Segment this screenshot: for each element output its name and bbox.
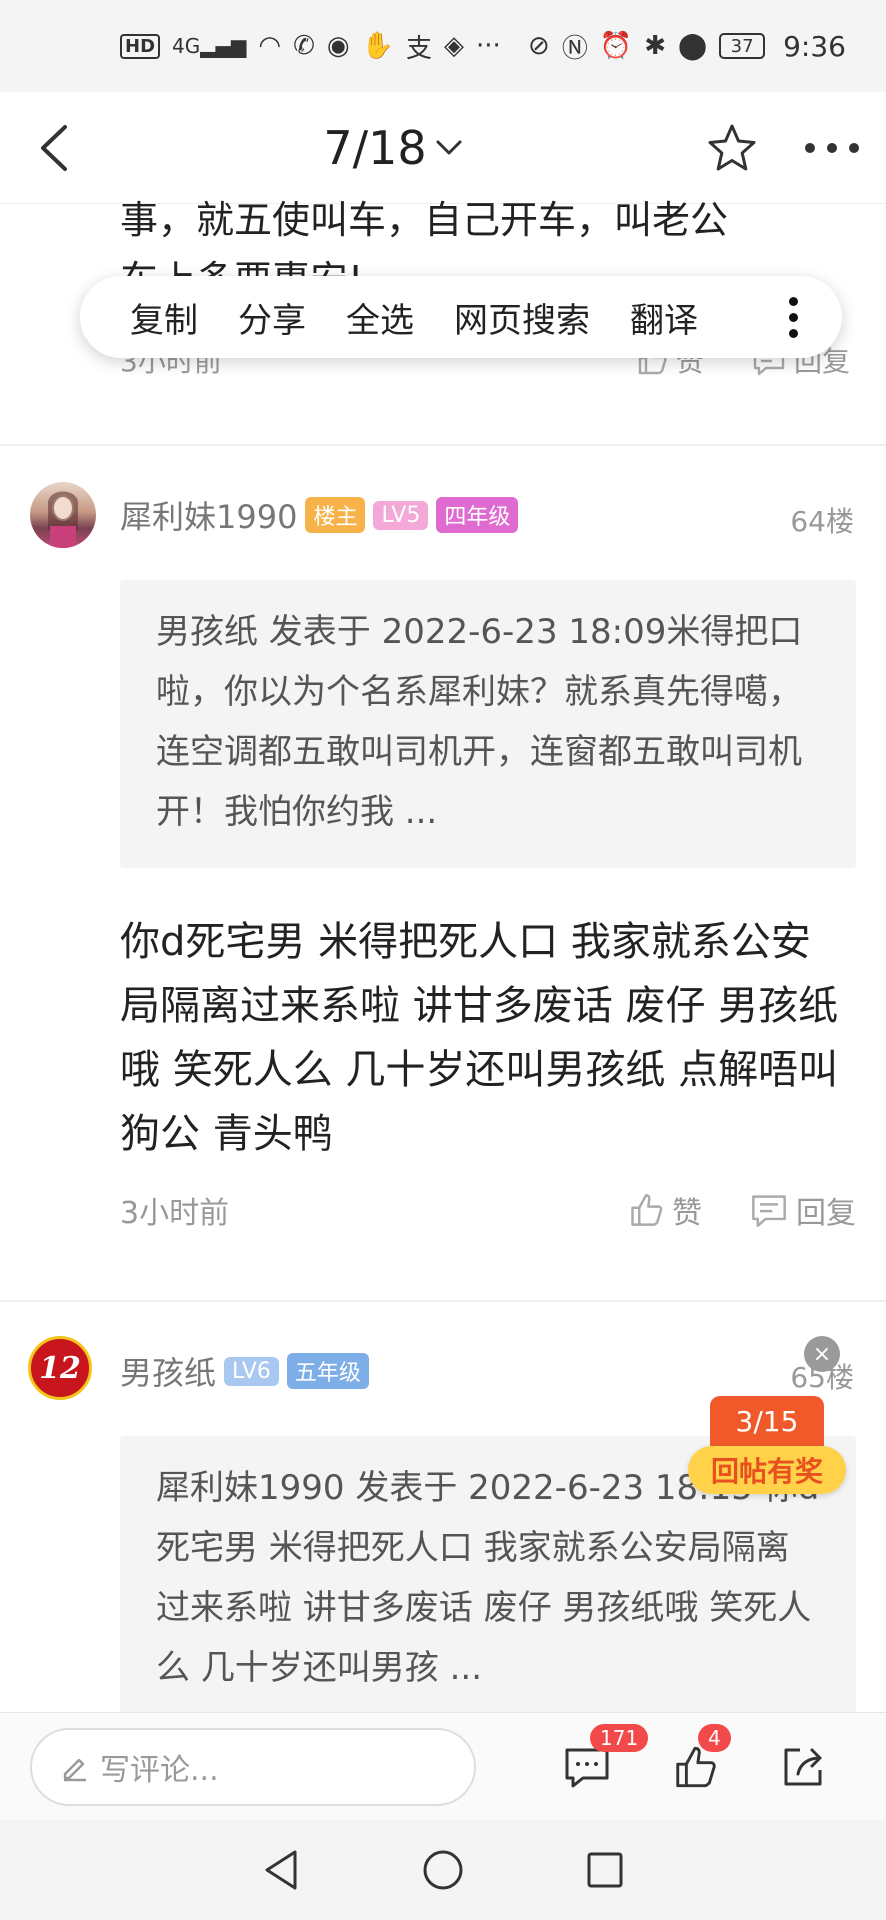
like-count-badge: 4 — [698, 1723, 731, 1752]
clock: 9:36 — [783, 29, 846, 63]
app-icon: ◈ — [443, 31, 464, 61]
reply-button[interactable]: 回复 — [750, 1188, 856, 1232]
nav-recents-button[interactable] — [575, 1840, 635, 1900]
page-number: 7/18 — [323, 120, 427, 175]
header-actions — [702, 118, 862, 178]
page-selector[interactable]: 7/18 — [323, 121, 462, 175]
data-saver-icon: ⊘ — [528, 31, 550, 61]
reward-button[interactable]: 回帖有奖 — [688, 1446, 846, 1494]
post-body: 你d死宅男 米得把死人口 我家就系公安局隔离过来系啦 讲甘多废话 废仔 男孩纸哦… — [120, 919, 839, 1157]
nav-back-button[interactable] — [251, 1840, 311, 1900]
post-meta: 3小时前 赞 回复 — [120, 1188, 856, 1232]
thumbs-up-icon — [631, 1194, 663, 1226]
reply-reward-widget[interactable]: × 3/15 回帖有奖 — [688, 1336, 846, 1494]
comment-count-badge: 171 — [590, 1723, 649, 1752]
avatar[interactable] — [30, 482, 96, 548]
bottom-action-bar: 写评论... 171 4 — [0, 1712, 886, 1820]
more-button[interactable] — [802, 118, 862, 178]
location-icon: ⬤ — [678, 31, 708, 61]
partial-post-line: 事，就五使叫车，自己开车，叫老公 — [120, 198, 729, 242]
floor-number: 64楼 — [790, 505, 854, 538]
text-selection-menu: 复制 分享 全选 网页搜索 翻译 — [80, 276, 842, 358]
share-icon — [784, 1748, 822, 1785]
level-badge: LV6 — [224, 1356, 279, 1386]
favorite-button[interactable] — [702, 118, 762, 178]
network-type: 4G — [172, 34, 201, 58]
copy-option[interactable]: 复制 — [110, 293, 218, 342]
like-button[interactable]: 赞 — [628, 1188, 702, 1232]
star-icon — [708, 124, 756, 170]
like-label: 赞 — [672, 1196, 702, 1231]
comment-placeholder: 写评论... — [100, 1752, 219, 1788]
username[interactable]: 犀利妹1990 — [120, 492, 297, 538]
user-row: 男孩纸 LV6 五年级 — [120, 1348, 369, 1394]
status-right: ⊘ Ⓝ ⏰ ✱ ⬤ 37 9:36 — [528, 28, 846, 65]
quoted-post[interactable]: 男孩纸 发表于 2022-6-23 18:09米得把口啦，你以为个名系犀利妹？就… — [120, 580, 856, 868]
avatar[interactable]: 12 — [28, 1336, 92, 1400]
alarm-icon: ⏰ — [599, 31, 633, 61]
signal-icon: 4G▂▄▆ — [172, 34, 247, 58]
grade-badge: 五年级 — [286, 1353, 369, 1389]
chevron-left-icon — [41, 124, 67, 171]
chevron-down-icon — [436, 140, 462, 154]
triangle-back-icon — [265, 1850, 297, 1890]
comment-input[interactable]: 写评论... — [30, 1727, 476, 1806]
post-64: 犀利妹1990 楼主 LV5 四年级 64楼 男孩纸 发表于 2022-6-23… — [0, 446, 886, 1300]
wifi-icon: ◠ — [258, 31, 282, 61]
level-badge: LV5 — [373, 500, 429, 530]
status-bar: HD 4G▂▄▆ ◠ ✆ ◉ ✋ 支 ◈ ··· ⊘ Ⓝ ⏰ ✱ ⬤ 37 9:… — [0, 0, 886, 92]
post-65: 12 男孩纸 LV6 五年级 65楼 犀利妹1990 发表于 2022-6-23… — [0, 1302, 886, 1712]
bluetooth-icon: ✱ — [644, 31, 666, 61]
system-nav-bar — [0, 1820, 886, 1920]
nfc-icon: Ⓝ — [561, 33, 588, 64]
grade-badge: 四年级 — [436, 497, 519, 533]
select-all-option[interactable]: 全选 — [326, 293, 434, 342]
wechat-icon: ◉ — [326, 31, 350, 61]
hd-indicator: HD — [120, 33, 161, 59]
avatar-label: 12 — [39, 1350, 81, 1386]
comments-button[interactable]: 171 — [562, 1723, 649, 1792]
bottom-actions: 171 4 — [562, 1723, 828, 1792]
square-recents-icon — [587, 1852, 623, 1888]
avatar-image — [48, 491, 78, 548]
missed-call-icon: ✆ — [293, 31, 315, 61]
share-option[interactable]: 分享 — [218, 293, 326, 342]
reward-progress: 3/15 — [710, 1396, 824, 1446]
status-left: HD 4G▂▄▆ ◠ ✆ ◉ ✋ 支 ◈ ··· — [120, 28, 501, 65]
username[interactable]: 男孩纸 — [120, 1348, 216, 1394]
user-row: 犀利妹1990 楼主 LV5 四年级 — [120, 492, 519, 538]
back-button[interactable] — [24, 118, 84, 178]
owner-badge: 楼主 — [305, 497, 366, 533]
post-time: 3小时前 — [120, 1196, 230, 1231]
web-search-option[interactable]: 网页搜索 — [434, 293, 610, 342]
alipay-icon: 支 — [405, 33, 432, 64]
close-icon[interactable]: × — [804, 1336, 840, 1372]
circle-home-icon — [423, 1850, 463, 1890]
reply-label: 回复 — [796, 1196, 856, 1231]
like-button[interactable]: 4 — [670, 1723, 731, 1792]
more-vertical-icon[interactable] — [775, 296, 812, 338]
post-actions: 赞 回复 — [628, 1188, 856, 1232]
share-button[interactable] — [778, 1742, 828, 1792]
nav-home-button[interactable] — [413, 1840, 473, 1900]
battery-icon: 37 — [719, 33, 766, 59]
partial-post-text: 事，就五使叫车，自己开车，叫老公 车上多要惠安! — [120, 190, 820, 280]
hand-icon: ✋ — [361, 31, 394, 61]
more-notifications-icon: ··· — [475, 31, 501, 61]
pencil-icon — [63, 1758, 86, 1781]
comment-icon — [752, 1195, 786, 1227]
translate-option[interactable]: 翻译 — [610, 293, 718, 342]
more-horizontal-icon — [805, 142, 859, 153]
top-nav-bar: 7/18 — [0, 92, 886, 204]
